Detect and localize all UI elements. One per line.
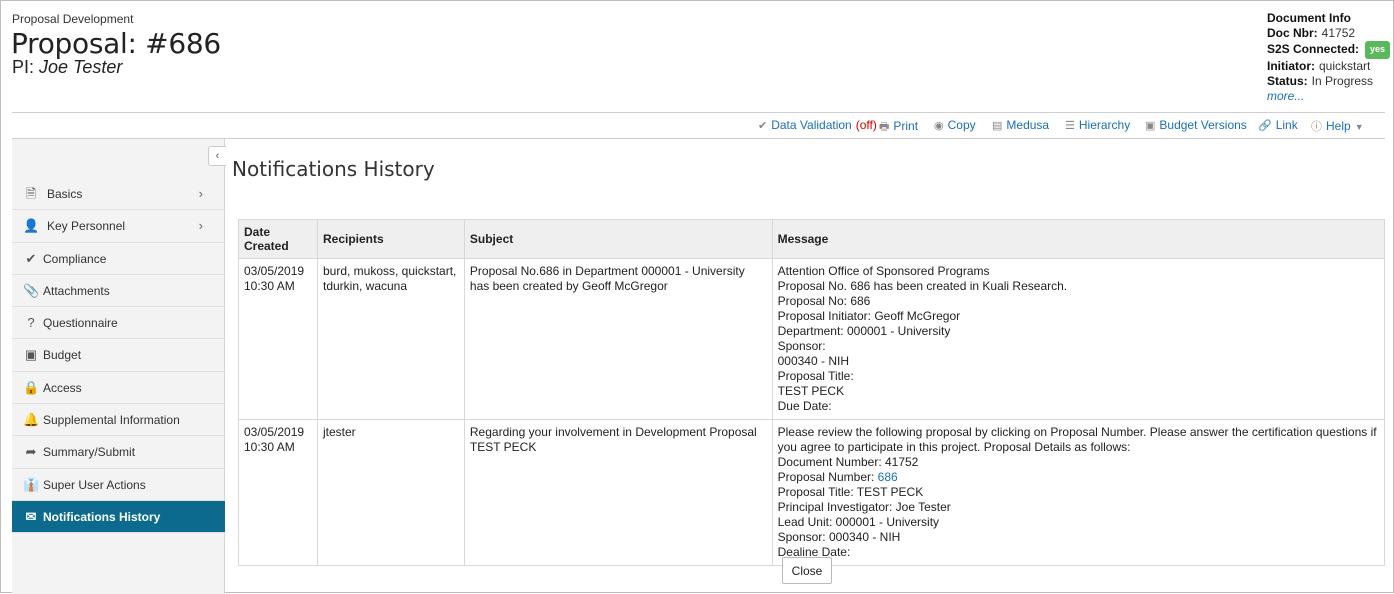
- table-row: 03/05/2019 10:30 AM jtester Regarding yo…: [238, 419, 1386, 566]
- subject-cell: Proposal No.686 in Department 000001 - U…: [463, 258, 773, 420]
- recipients-cell: jtester: [316, 419, 465, 566]
- data-validation-button[interactable]: ✔ Data Validation (off): [758, 118, 877, 132]
- bell-icon: 🔔: [23, 412, 40, 428]
- s2s-badge: yes: [1365, 41, 1391, 59]
- pi-name: Joe Tester: [39, 57, 123, 77]
- sidebar-item-access[interactable]: 🔒 Access: [12, 372, 225, 405]
- printer-icon: 🖶: [879, 121, 890, 133]
- chevron-right-icon: ›: [198, 186, 203, 201]
- sidebar-item-key-personnel[interactable]: 👤 Key Personnel ›: [12, 210, 225, 243]
- date-cell: 03/05/2019 10:30 AM: [238, 419, 318, 566]
- paperclip-icon: 📎: [23, 282, 40, 298]
- money-icon: ▣: [1145, 120, 1156, 132]
- column-header-subject: Subject: [463, 219, 773, 259]
- table-header-row: Date Created Recipients Subject Message: [238, 219, 1386, 259]
- message-cell: Please review the following proposal by …: [771, 419, 1386, 566]
- table-row: 03/05/2019 10:30 AM burd, mukoss, quicks…: [238, 258, 1386, 420]
- money-icon: ▣: [24, 347, 38, 363]
- sidebar-item-supplemental-information[interactable]: 🔔 Supplemental Information: [12, 404, 225, 437]
- status-row: Status: In Progress: [1267, 73, 1374, 88]
- sidebar-item-basics[interactable]: 🗎 Basics ›: [12, 178, 225, 211]
- section-title: Notifications History: [232, 157, 435, 181]
- sidebar-item-notifications-history[interactable]: ✉ Notifications History: [12, 500, 225, 534]
- sidebar-item-questionnaire[interactable]: ? Questionnaire: [12, 307, 225, 340]
- help-button[interactable]: ⓘ Help ▼: [1311, 118, 1368, 134]
- sidebar-item-attachments[interactable]: 📎 Attachments: [12, 275, 225, 308]
- date-cell: 03/05/2019 10:30 AM: [238, 258, 318, 420]
- budget-versions-button[interactable]: ▣ Budget Versions: [1145, 118, 1247, 132]
- person-icon: 👤: [23, 218, 40, 234]
- envelope-icon: ✉: [25, 508, 37, 524]
- document-icon: 🗎: [25, 186, 37, 201]
- medusa-button[interactable]: ▤ Medusa: [992, 118, 1049, 132]
- pi-line: PI: Joe Tester: [12, 57, 122, 78]
- question-circle-icon: ?: [27, 315, 35, 331]
- toolbar: ✔ Data Validation (off) 🖶 Print ◉ Copy ▤ Medu…: [1, 118, 1394, 134]
- column-header-date-created: Date Created: [238, 219, 318, 259]
- data-validation-state: (off): [855, 118, 877, 132]
- initiator-row: Initiator: quickstart: [1267, 58, 1371, 73]
- header-divider: [12, 112, 1385, 113]
- more-link[interactable]: more...: [1267, 89, 1304, 103]
- sidebar-item-budget[interactable]: ▣ Budget: [12, 339, 225, 372]
- eye-icon: ◉: [934, 120, 944, 132]
- window-frame: Proposal Development Proposal: #686 PI: …: [0, 0, 1394, 594]
- caret-down-icon: ▼: [1354, 122, 1364, 132]
- module-name: Proposal Development: [12, 12, 134, 26]
- check-icon: ✔: [758, 120, 768, 132]
- message-cell: Attention Office of Sponsored Programs P…: [771, 258, 1386, 420]
- document-info-title: Document Info: [1267, 11, 1351, 25]
- document-info-panel: Document Info Doc Nbr: 41752 S2S Connecte…: [1267, 11, 1391, 104]
- subject-cell: Regarding your involvement in Developmen…: [463, 419, 773, 566]
- hierarchy-button[interactable]: ☰ Hierarchy: [1065, 118, 1130, 132]
- chevron-right-icon: ›: [198, 218, 203, 234]
- initiator-value: quickstart: [1319, 58, 1371, 73]
- column-header-message: Message: [771, 219, 1386, 259]
- column-header-recipients: Recipients: [316, 219, 465, 259]
- doc-nbr-value: 41752: [1321, 26, 1356, 41]
- print-button[interactable]: 🖶 Print: [879, 118, 918, 137]
- collapse-sidebar-button[interactable]: ‹: [208, 146, 226, 166]
- sidebar-item-super-user-actions[interactable]: 👔 Super User Actions: [12, 469, 225, 501]
- link-icon: 🔗: [1258, 120, 1272, 132]
- question-circle-icon: ⓘ: [1311, 121, 1322, 133]
- sidebar-item-summary-submit[interactable]: ➦ Summary/Submit: [12, 436, 225, 469]
- status-value: In Progress: [1311, 73, 1374, 88]
- link-button[interactable]: 🔗 Link: [1258, 118, 1298, 132]
- chevron-left-icon: ‹: [215, 150, 220, 162]
- user-tie-icon: 👔: [23, 476, 40, 492]
- pi-label: PI:: [12, 57, 35, 77]
- lock-icon: 🔒: [23, 379, 40, 395]
- sidebar-nav: 🗎 Basics › 👤 Key Personnel › ✔ Complianc…: [12, 178, 225, 534]
- share-icon: ➦: [25, 444, 37, 460]
- page-title: Proposal: #686: [11, 27, 221, 60]
- s2s-row: S2S Connected: yes: [1267, 41, 1391, 59]
- list-icon: ▤: [992, 120, 1003, 132]
- notifications-table: Date Created Recipients Subject Message …: [238, 219, 1386, 566]
- proposal-number-link[interactable]: 686: [878, 470, 898, 484]
- close-button[interactable]: Close: [782, 557, 832, 584]
- check-icon: ✔: [25, 250, 37, 266]
- recipients-cell: burd, mukoss, quickstart, tdurkin, wacun…: [316, 258, 465, 420]
- sidebar-item-compliance[interactable]: ✔ Compliance: [12, 243, 225, 275]
- copy-button[interactable]: ◉ Copy: [934, 118, 976, 132]
- hierarchy-icon: ☰: [1065, 120, 1075, 132]
- doc-nbr-row: Doc Nbr: 41752: [1267, 26, 1356, 41]
